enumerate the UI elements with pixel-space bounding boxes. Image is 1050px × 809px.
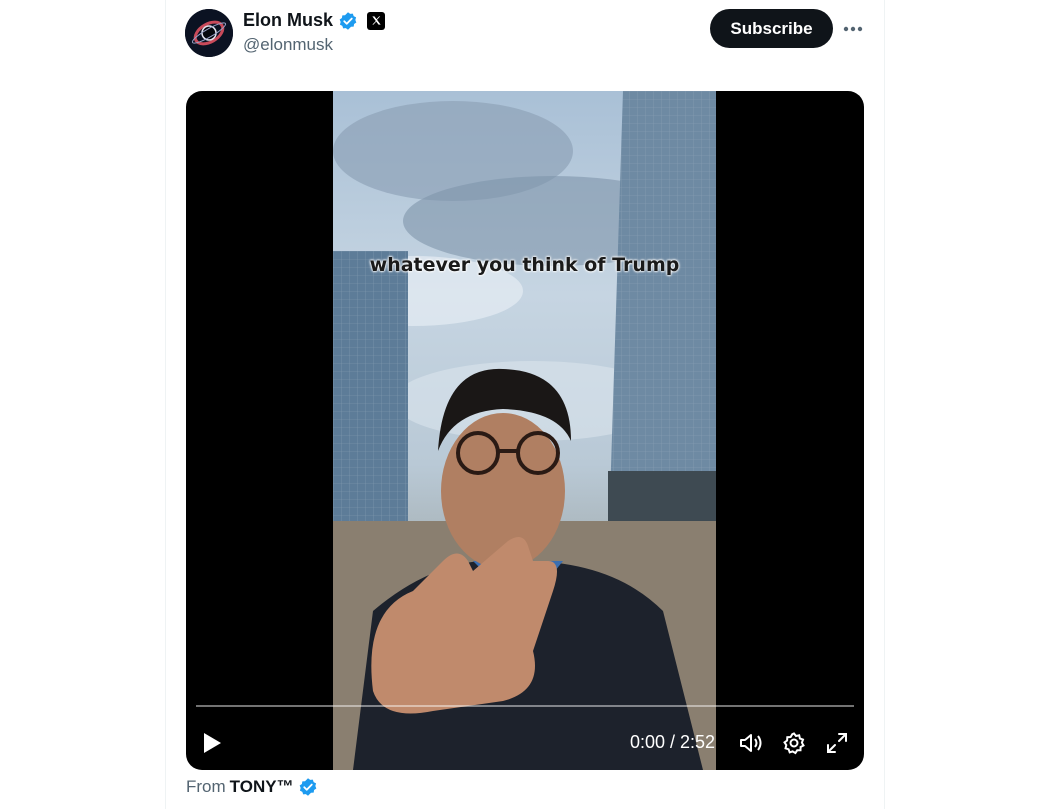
author-name[interactable]: Elon Musk [243, 10, 333, 31]
play-icon[interactable] [198, 729, 226, 757]
video-frame: whatever you think of Trump [333, 91, 716, 770]
attribution-source-link[interactable]: TONY™ [230, 777, 294, 797]
x-logo-icon[interactable] [367, 11, 386, 30]
attribution-prefix: From [186, 777, 226, 796]
source-verified-badge-icon[interactable] [298, 777, 318, 797]
avatar-image [185, 9, 233, 57]
verified-badge-icon[interactable] [338, 11, 358, 31]
video-player[interactable]: whatever you think of Trump 0:00 / 2:52 [186, 91, 864, 770]
subscribe-button[interactable]: Subscribe [710, 9, 833, 48]
video-still-image [333, 91, 716, 770]
settings-icon[interactable] [780, 729, 808, 757]
video-time: 0:00 / 2:52 [630, 732, 716, 752]
more-horizontal-icon[interactable] [840, 16, 866, 42]
timeline-right-border [884, 0, 885, 809]
author-handle[interactable]: @elonmusk [243, 35, 333, 55]
video-attribution: From TONY™ [186, 777, 318, 797]
timeline-left-border [165, 0, 166, 809]
author-avatar[interactable] [185, 9, 233, 57]
author-name-row: Elon Musk [243, 10, 386, 31]
fullscreen-icon[interactable] [823, 729, 851, 757]
volume-icon[interactable] [737, 729, 765, 757]
video-caption: whatever you think of Trump [369, 254, 680, 276]
video-progress-bar[interactable] [196, 705, 854, 707]
